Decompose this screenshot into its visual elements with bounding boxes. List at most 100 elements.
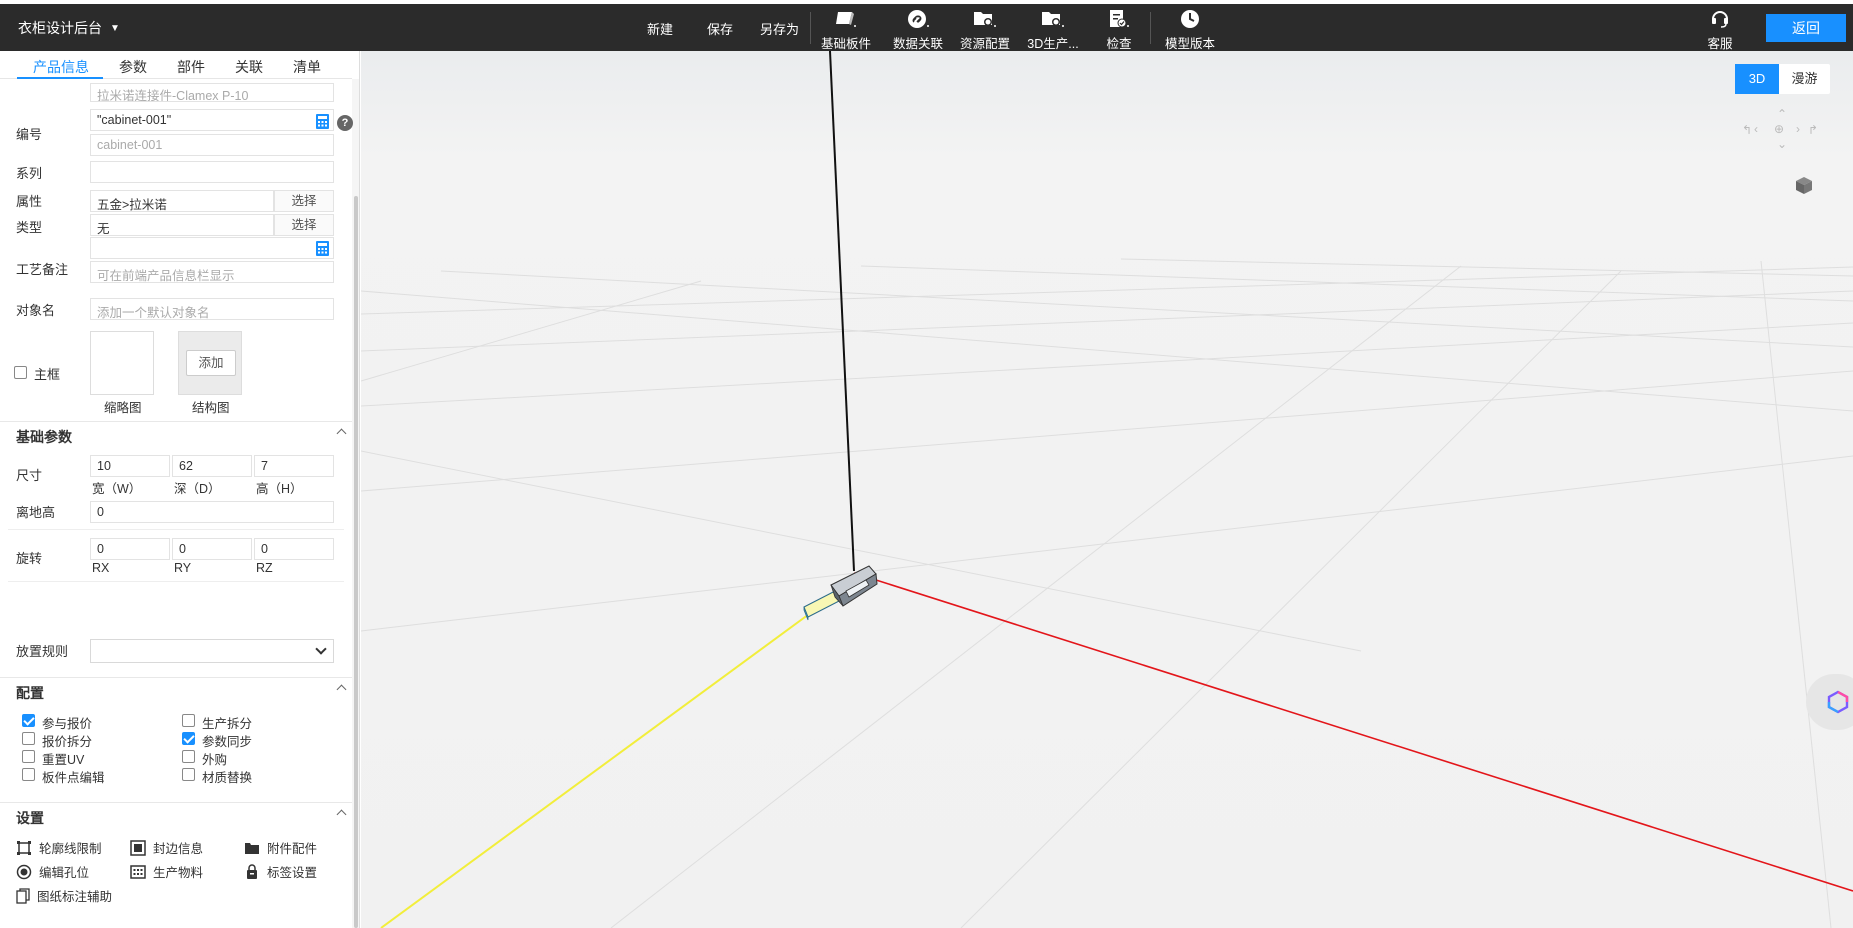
config-header[interactable]: 配置 <box>0 677 352 703</box>
production-3d-button[interactable]: 3D生产... <box>1018 8 1088 52</box>
basic-params-header[interactable]: 基础参数 <box>0 421 352 447</box>
customer-service-button[interactable]: 客服 <box>1698 8 1742 52</box>
divider <box>8 581 344 582</box>
reset-uv-label: 重置UV <box>42 753 85 767</box>
main-frame-label: 主框 <box>34 367 61 382</box>
tab-params[interactable]: 参数 <box>119 57 147 77</box>
calculator-icon[interactable] <box>316 241 329 256</box>
object-name-input[interactable]: 添加一个默认对象名 <box>90 298 334 320</box>
data-link-button[interactable]: 数据关联 <box>883 8 953 52</box>
collapse-arrow-icon[interactable] <box>336 428 347 439</box>
production-material-button[interactable]: 生产物料 <box>130 862 203 881</box>
center-target-icon[interactable]: ⊕ <box>1774 122 1784 136</box>
type-input[interactable]: 无 <box>90 214 274 236</box>
depth-input[interactable]: 62 <box>172 455 252 477</box>
link-icon <box>883 8 953 30</box>
reset-uv-checkbox[interactable] <box>22 750 35 763</box>
tab-parts[interactable]: 部件 <box>177 57 205 77</box>
series-input[interactable] <box>90 161 334 183</box>
board-point-edit-checkbox[interactable] <box>22 768 35 781</box>
rotation-y-label: RY <box>174 561 192 575</box>
save-button[interactable]: 保存 <box>707 19 733 38</box>
ground-height-input[interactable]: 0 <box>90 501 334 523</box>
back-button[interactable]: 返回 <box>1766 14 1846 42</box>
mode-3d-button[interactable]: 3D <box>1735 64 1779 94</box>
height-label: 高（H） <box>256 482 303 496</box>
pan-left-icon[interactable]: ‹ <box>1754 122 1758 136</box>
drawing-annotation-button[interactable]: 图纸标注辅助 <box>16 886 112 905</box>
accessories-button[interactable]: 附件配件 <box>244 838 317 857</box>
rotation-y-input[interactable]: 0 <box>172 538 252 560</box>
code-input[interactable]: "cabinet-001" <box>90 109 334 131</box>
tab-relations[interactable]: 关联 <box>235 57 263 77</box>
production-split-checkbox[interactable] <box>182 714 195 727</box>
base-board-button[interactable]: 基础板件 <box>811 8 881 52</box>
craft-note-display-input[interactable]: 可在前端产品信息栏显示 <box>90 261 334 283</box>
contour-limit-button[interactable]: 轮廓线限制 <box>16 838 102 857</box>
placement-rule-select[interactable] <box>90 639 334 663</box>
edit-holes-button[interactable]: 编辑孔位 <box>16 862 89 881</box>
grid-icon <box>130 864 146 879</box>
mode-roam-button[interactable]: 漫游 <box>1779 64 1830 94</box>
3d-viewport[interactable]: 3D 漫游 ⌃ ↰ ‹ ⊕ › ↱ ⌄ <box>361 51 1853 928</box>
type-label: 类型 <box>16 220 43 235</box>
settings-header[interactable]: 设置 <box>0 802 352 828</box>
rotation-z-input[interactable]: 0 <box>254 538 334 560</box>
view-cube-icon[interactable] <box>1794 175 1814 195</box>
check-label: 检查 <box>1106 37 1132 51</box>
assistant-float-button[interactable] <box>1806 674 1853 730</box>
rotation-x-input[interactable]: 0 <box>90 538 170 560</box>
quote-split-checkbox[interactable] <box>22 732 35 745</box>
rotation-z-label: RZ <box>256 561 273 575</box>
pan-right-icon[interactable]: › <box>1796 122 1800 136</box>
material-replace-label: 材质替换 <box>202 771 253 785</box>
edge-info-button[interactable]: 封边信息 <box>130 838 203 857</box>
type-select-button[interactable]: 选择 <box>274 214 334 236</box>
app-title-dropdown[interactable]: 衣柜设计后台 ▼ <box>18 18 120 38</box>
quote-checkbox[interactable] <box>22 714 35 727</box>
outsource-label: 外购 <box>202 753 228 767</box>
calculator-icon[interactable] <box>316 114 329 129</box>
depth-label: 深（D） <box>174 482 221 496</box>
thumbnail-image-slot[interactable] <box>90 331 154 395</box>
resource-config-label: 资源配置 <box>959 37 1010 51</box>
rotate-left-icon[interactable]: ↰ <box>1742 123 1752 137</box>
attribute-input[interactable]: 五金>拉米诺 <box>90 190 274 212</box>
height-input[interactable]: 7 <box>254 455 334 477</box>
model-version-button[interactable]: 模型版本 <box>1155 8 1225 52</box>
check-button[interactable]: 检查 <box>1084 8 1154 52</box>
save-as-button[interactable]: 另存为 <box>760 19 799 38</box>
add-structure-button[interactable]: 添加 <box>186 350 236 376</box>
3d-scene[interactable] <box>361 51 1853 928</box>
label-settings-button[interactable]: 标签设置 <box>244 862 317 881</box>
viewport-background <box>361 51 1853 928</box>
resource-config-button[interactable]: 资源配置 <box>950 8 1020 52</box>
help-icon[interactable]: ? <box>337 115 353 131</box>
material-replace-checkbox[interactable] <box>182 768 195 781</box>
pan-down-icon[interactable]: ⌄ <box>1777 137 1787 151</box>
craft-note-input[interactable] <box>90 237 334 259</box>
main-frame-checkbox[interactable] <box>14 366 27 379</box>
series-label: 系列 <box>16 166 43 181</box>
width-input[interactable]: 10 <box>90 455 170 477</box>
attribute-select-button[interactable]: 选择 <box>274 190 334 212</box>
rotate-right-icon[interactable]: ↱ <box>1808 123 1818 137</box>
headset-icon <box>1712 11 1728 28</box>
collapse-arrow-icon[interactable] <box>336 809 347 820</box>
clock-icon <box>1155 8 1225 30</box>
tab-product-info[interactable]: 产品信息 <box>33 57 89 77</box>
frame-corners-icon <box>17 840 31 855</box>
pan-up-icon[interactable]: ⌃ <box>1777 107 1787 121</box>
product-name-field[interactable]: 拉米诺连接件-Clamex P-10 <box>90 83 334 102</box>
panel-scrollbar-thumb[interactable] <box>354 196 358 928</box>
collapse-arrow-icon[interactable] <box>336 684 347 695</box>
object-name-label: 对象名 <box>16 303 56 318</box>
tag-lock-icon <box>247 863 257 879</box>
data-link-label: 数据关联 <box>892 37 943 51</box>
tab-list[interactable]: 清单 <box>293 57 321 77</box>
outsource-checkbox[interactable] <box>182 750 195 763</box>
edge-band-icon <box>130 839 146 856</box>
new-button[interactable]: 新建 <box>647 19 673 38</box>
param-sync-checkbox[interactable] <box>182 732 195 745</box>
quote-split-label: 报价拆分 <box>42 735 93 749</box>
